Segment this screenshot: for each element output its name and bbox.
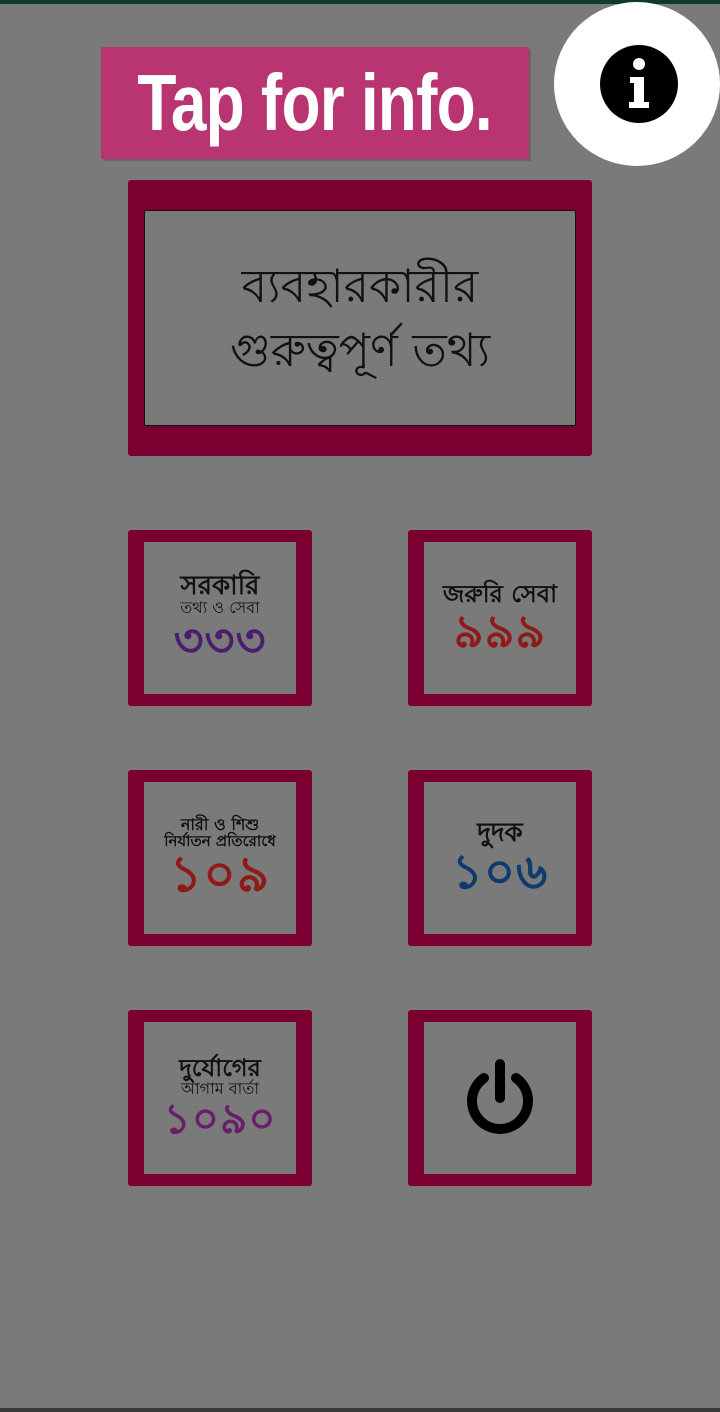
govt-info-333-logo: সরকারি তথ্য ও সেবা ৩৩৩	[144, 542, 296, 694]
women-children-109-logo: নারী ও শিশু নির্যাতন প্রতিরোধে ১০৯	[144, 782, 296, 934]
acc-106-logo: দুদক ১০৬	[424, 782, 576, 934]
status-bar	[0, 0, 720, 4]
info-button[interactable]	[554, 2, 720, 166]
power-exit-tile[interactable]	[408, 1010, 592, 1186]
main-tile-line-2: গুরুত্বপূর্ণ তথ্য	[229, 323, 491, 377]
power-exit-panel	[424, 1022, 576, 1174]
tile-heading: নারী ও শিশু	[180, 814, 260, 834]
user-important-info-tile[interactable]: ব্যবহারকারীর গুরুত্বপূর্ণ তথ্য	[128, 180, 592, 456]
power-icon	[467, 1059, 533, 1134]
user-important-info-panel: ব্যবহারকারীর গুরুত্বপূর্ণ তথ্য	[144, 210, 576, 426]
tile-number: ১০৯	[169, 845, 271, 904]
women-children-109-tile[interactable]: নারী ও শিশু নির্যাতন প্রতিরোধে ১০৯	[128, 770, 312, 946]
tile-heading: সরকারি	[180, 570, 260, 601]
tap-for-info-banner[interactable]: Tap for info.	[101, 47, 529, 159]
tile-number: ১০৬	[451, 843, 549, 900]
tap-for-info-label: Tap for info.	[137, 58, 493, 147]
tile-heading: দুর্যোগের	[179, 1054, 261, 1082]
disaster-warning-1090-logo: দুর্যোগের আগাম বার্তা ১০৯০	[144, 1022, 296, 1174]
tile-number: ৩৩৩	[173, 613, 267, 668]
tile-number: ১০৯০	[163, 1093, 277, 1143]
info-icon	[600, 45, 678, 123]
navigation-bar	[0, 1408, 720, 1412]
acc-106-tile[interactable]: দুদক ১০৬	[408, 770, 592, 946]
govt-info-333-tile[interactable]: সরকারি তথ্য ও সেবা ৩৩৩	[128, 530, 312, 706]
emergency-999-logo: জরুরি সেবা ৯৯৯	[424, 542, 576, 694]
main-tile-line-1: ব্যবহারকারীর	[241, 259, 479, 313]
emergency-999-tile[interactable]: জরুরি সেবা ৯৯৯	[408, 530, 592, 706]
disaster-warning-1090-tile[interactable]: দুর্যোগের আগাম বার্তা ১০৯০	[128, 1010, 312, 1186]
tile-number: ৯৯৯	[453, 603, 547, 658]
